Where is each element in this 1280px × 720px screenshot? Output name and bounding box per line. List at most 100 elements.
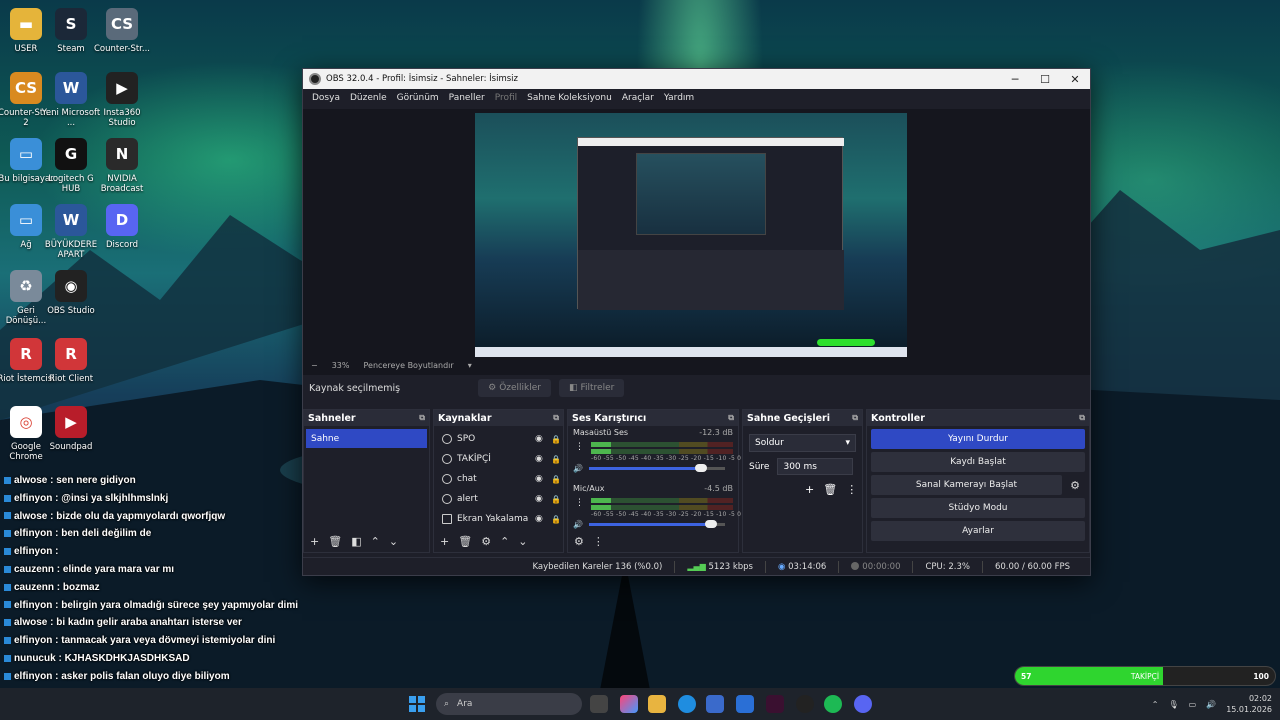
stop-stream-button[interactable]: Yayını Durdur (871, 429, 1085, 449)
chevron-down-icon[interactable]: ▾ (468, 361, 472, 370)
store-icon[interactable] (706, 695, 724, 713)
source-item[interactable]: TAKİPÇİ ◉ 🔒 (434, 449, 563, 469)
filter-icon[interactable]: ◧ (351, 535, 361, 548)
desktop-icon[interactable]: D Discord (92, 204, 152, 250)
eye-icon[interactable]: ◉ (535, 434, 551, 444)
add-icon[interactable]: + (805, 483, 814, 496)
preview-area[interactable] (303, 109, 1090, 375)
menu-file[interactable]: Dosya (307, 93, 345, 103)
desktop-icon[interactable]: CS Counter-Str... (92, 8, 152, 54)
more-icon[interactable]: ⋮ (575, 498, 584, 508)
scene-item[interactable]: Sahne (306, 429, 427, 448)
eye-icon[interactable]: ◉ (535, 494, 551, 504)
task-view-icon[interactable] (590, 695, 608, 713)
desktop-icon[interactable]: ◉ OBS Studio (41, 270, 101, 316)
discord-taskbar-icon[interactable] (854, 695, 872, 713)
chevron-up-icon[interactable]: ⌃ (371, 535, 380, 548)
gear-icon[interactable]: ⚙ (481, 535, 491, 548)
app-icon: CS (10, 72, 42, 104)
desktop-icon[interactable]: N NVIDIA Broadcast (92, 138, 152, 194)
bitrate: 5123 kbps (708, 561, 753, 572)
volume-slider[interactable] (588, 463, 725, 472)
app-icon[interactable] (766, 695, 784, 713)
trash-icon[interactable]: 🗑 (328, 535, 342, 548)
menu-profile[interactable]: Profil (490, 93, 522, 103)
desktop-icon[interactable]: R Riot Client (41, 338, 101, 384)
windows-start-icon[interactable] (409, 696, 425, 712)
minimize-icon[interactable]: ─ (1000, 73, 1030, 86)
network-icon[interactable]: ▭ (1189, 700, 1197, 709)
add-icon[interactable]: + (440, 535, 449, 548)
volume-slider[interactable] (588, 519, 725, 528)
filters-button[interactable]: ◧ Filtreler (558, 379, 625, 397)
trash-icon[interactable]: 🗑 (458, 535, 472, 548)
source-item[interactable]: SPO ◉ 🔒 (434, 429, 563, 449)
copilot-icon[interactable] (620, 695, 638, 713)
speaker-icon[interactable]: 🔊 (573, 520, 583, 529)
menu-view[interactable]: Görünüm (392, 93, 444, 103)
lock-icon[interactable]: 🔒 (551, 435, 563, 444)
eye-icon[interactable]: ◉ (535, 454, 551, 464)
menu-tools[interactable]: Araçlar (617, 93, 659, 103)
settings-button[interactable]: Ayarlar (871, 521, 1085, 541)
more-icon[interactable]: ⋮ (575, 442, 584, 452)
start-record-button[interactable]: Kaydı Başlat (871, 452, 1085, 472)
file-explorer-icon[interactable] (648, 695, 666, 713)
lock-icon[interactable]: 🔒 (551, 495, 563, 504)
more-icon[interactable]: ⋮ (593, 535, 604, 548)
sources-list: SPO ◉ 🔒 TAKİPÇİ ◉ 🔒 chat ◉ 🔒 alert ◉ 🔒 Ekran Yakalam… (434, 426, 563, 529)
eye-icon[interactable]: ◉ (535, 474, 551, 484)
eye-icon[interactable]: ◉ (535, 514, 551, 524)
zoom-out-icon[interactable]: − (311, 361, 318, 370)
menu-help[interactable]: Yardım (659, 93, 699, 103)
source-item[interactable]: Ekran Yakalama ◉ 🔒 (434, 509, 563, 529)
undock-icon[interactable]: ⧉ (728, 413, 734, 423)
volume-icon[interactable]: 🔊 (1206, 700, 1216, 709)
gear-icon[interactable]: ⚙ (1065, 475, 1085, 495)
close-icon[interactable]: ✕ (1060, 73, 1090, 86)
edge-icon[interactable] (678, 695, 696, 713)
maximize-icon[interactable]: ☐ (1030, 73, 1060, 86)
taskbar-search[interactable]: ⌕ Ara (436, 693, 582, 715)
chevron-down-icon[interactable]: ⌄ (518, 535, 527, 548)
lock-icon[interactable]: 🔒 (551, 475, 563, 484)
chevron-up-icon[interactable]: ⌃ (500, 535, 509, 548)
obs-taskbar-icon[interactable] (796, 695, 814, 713)
gear-icon[interactable]: ⚙ (574, 535, 584, 548)
more-icon[interactable]: ⋮ (846, 483, 857, 496)
properties-button[interactable]: ⚙ Özellikler (478, 379, 551, 397)
transition-select[interactable]: Soldur ▾ (749, 434, 856, 452)
chat-message: elfinyon : (4, 543, 304, 561)
menu-scene-collection[interactable]: Sahne Koleksiyonu (522, 93, 617, 103)
clock[interactable]: 02:02 15.01.2026 (1226, 693, 1272, 715)
spotify-icon[interactable] (824, 695, 842, 713)
chevron-up-icon[interactable]: ⌃ (1152, 700, 1159, 709)
source-item[interactable]: chat ◉ 🔒 (434, 469, 563, 489)
lock-icon[interactable]: 🔒 (551, 515, 563, 524)
undock-icon[interactable]: ⧉ (852, 413, 858, 423)
duration-input[interactable]: 300 ms (777, 458, 854, 475)
chat-message: alwose : bi kadın gelir araba anahtarı i… (4, 614, 304, 632)
outlook-icon[interactable] (736, 695, 754, 713)
add-icon[interactable]: + (310, 535, 319, 548)
microphone-icon[interactable]: 🎙 (1169, 700, 1179, 709)
zoom-mode[interactable]: Pencereye Boyutlandır (363, 361, 453, 370)
source-item[interactable]: alert ◉ 🔒 (434, 489, 563, 509)
undock-icon[interactable]: ⧉ (1079, 413, 1085, 423)
chevron-down-icon[interactable]: ⌄ (389, 535, 398, 548)
lock-icon[interactable]: 🔒 (551, 455, 563, 464)
menu-edit[interactable]: Düzenle (345, 93, 392, 103)
studio-mode-button[interactable]: Stüdyo Modu (871, 498, 1085, 518)
desktop-icon-label: NVIDIA Broadcast (100, 174, 144, 194)
desktop-icon[interactable]: ▶ Soundpad (41, 406, 101, 452)
virtual-camera-button[interactable]: Sanal Kamerayı Başlat (871, 475, 1062, 495)
undock-icon[interactable]: ⧉ (553, 413, 559, 423)
menu-docks[interactable]: Paneller (444, 93, 490, 103)
desktop-icon[interactable]: ▶ Insta360 Studio (92, 72, 152, 128)
chat-username: elfinyon (14, 528, 53, 540)
undock-icon[interactable]: ⧉ (419, 413, 425, 423)
mixer-dock: Ses Karıştırıcı ⧉ Masaüstü Ses -12.3 dB ⋮ -6… (567, 409, 741, 553)
trash-icon[interactable]: 🗑 (823, 483, 837, 496)
speaker-icon[interactable]: 🔊 (573, 464, 583, 473)
chat-message: alwose : bizde olu da yapmıyolardı qworf… (4, 508, 304, 526)
